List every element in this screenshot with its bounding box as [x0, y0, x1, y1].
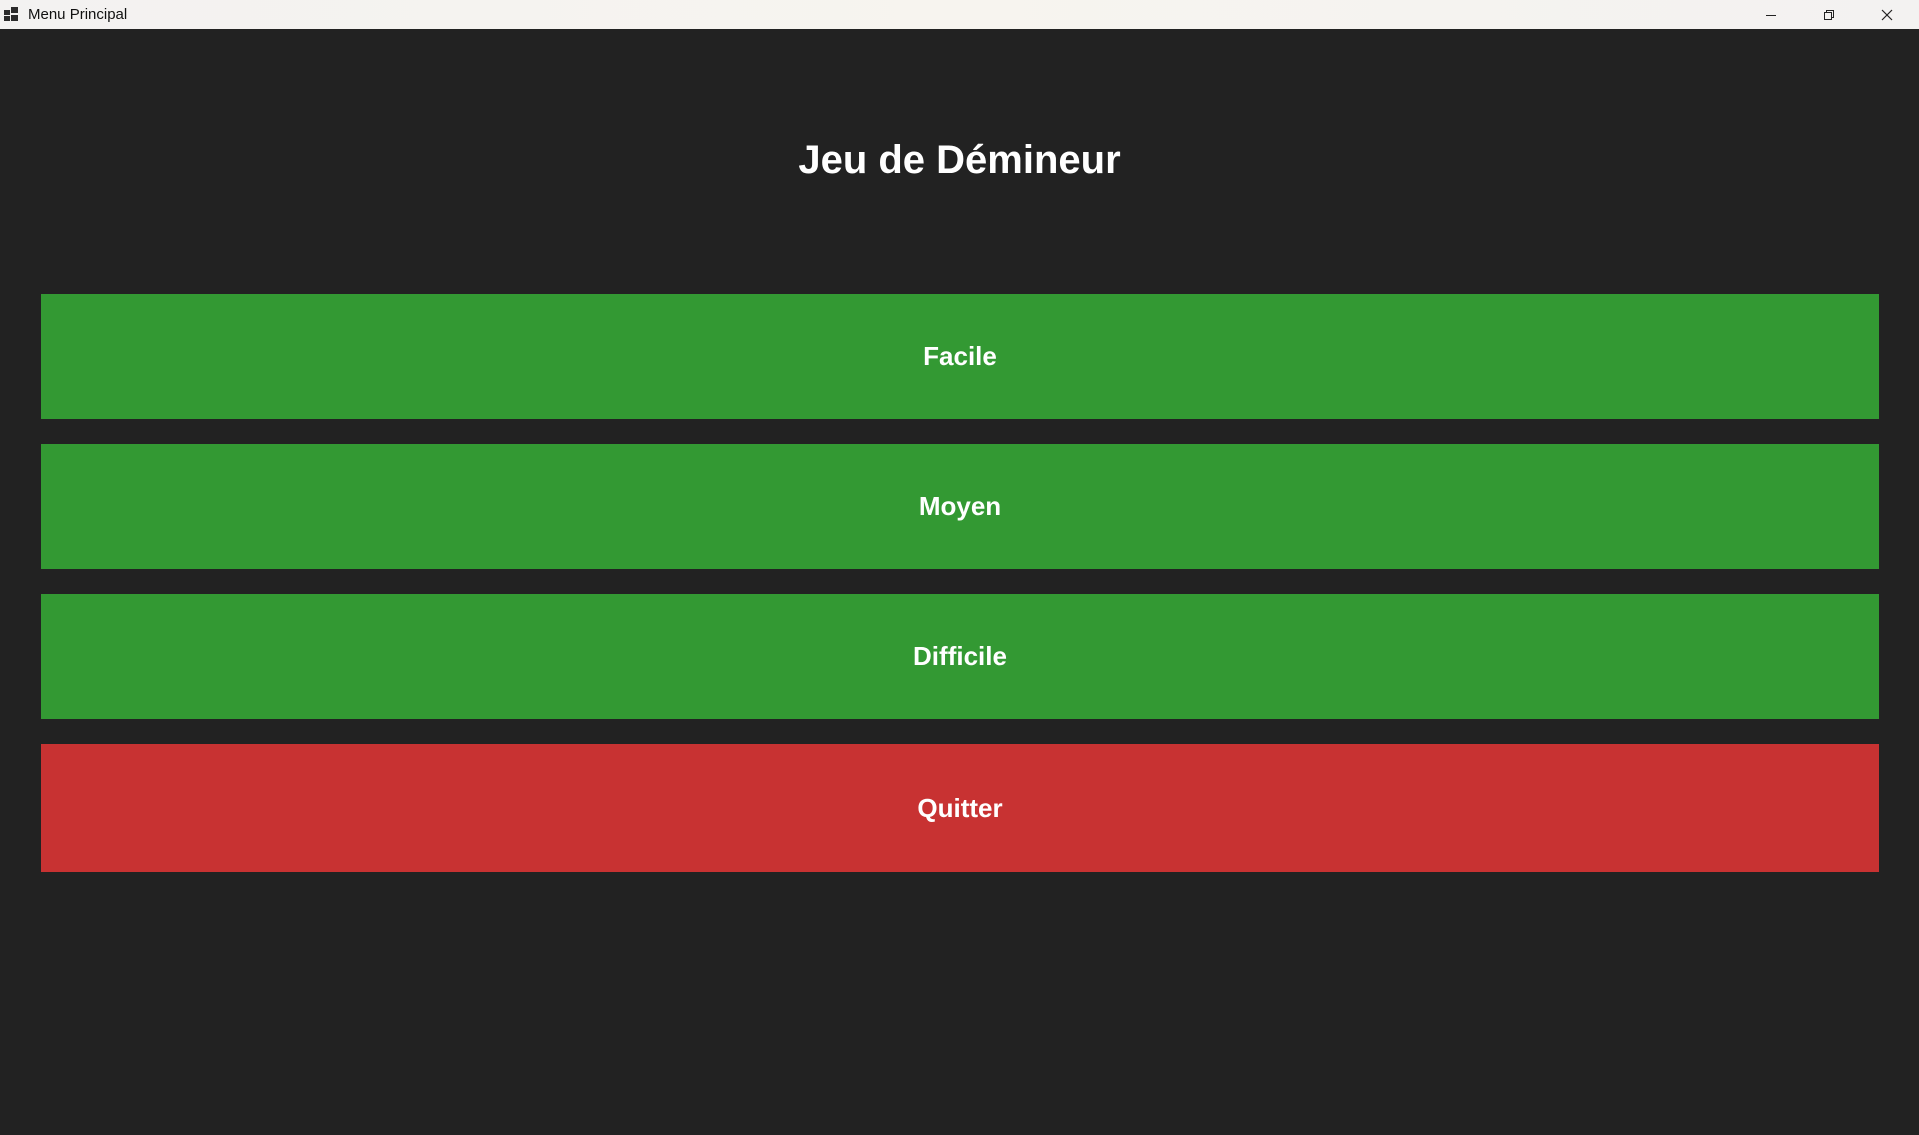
minimize-button[interactable] — [1742, 0, 1800, 29]
minimize-icon — [1765, 9, 1777, 21]
app-window: Menu Principal Jeu de Démineur Facile Mo… — [0, 0, 1919, 1135]
medium-button[interactable]: Moyen — [41, 444, 1879, 569]
title-bar[interactable]: Menu Principal — [0, 0, 1919, 29]
hard-button[interactable]: Difficile — [41, 594, 1879, 719]
close-icon — [1881, 9, 1893, 21]
quit-button[interactable]: Quitter — [41, 744, 1879, 872]
restore-icon — [1823, 9, 1835, 21]
easy-button[interactable]: Facile — [41, 294, 1879, 419]
page-title: Jeu de Démineur — [798, 138, 1121, 182]
window-title: Menu Principal — [28, 6, 128, 23]
close-button[interactable] — [1858, 0, 1916, 29]
maximize-button[interactable] — [1800, 0, 1858, 29]
app-icon — [4, 7, 19, 21]
